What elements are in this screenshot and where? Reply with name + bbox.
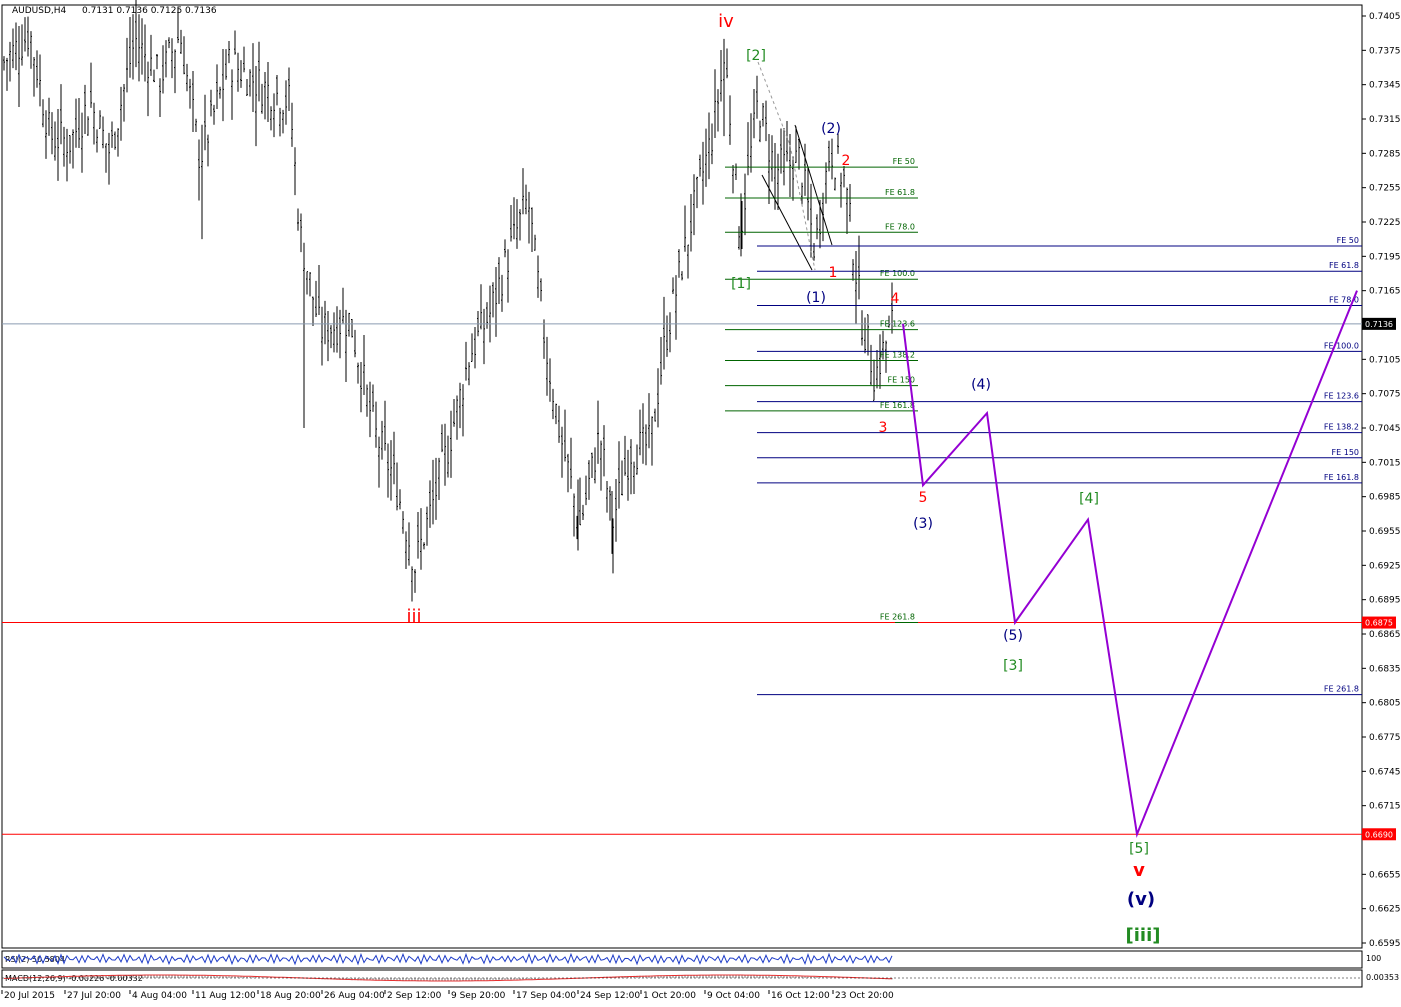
y-tick-label: 0.7285 (1369, 149, 1401, 159)
level-price-tag: 0.6690 (1362, 828, 1396, 841)
fib-green-label: FE 123.6 (880, 320, 915, 329)
y-tick-label: 0.6805 (1369, 699, 1401, 709)
y-tick-label: 0.7105 (1369, 355, 1401, 365)
fib-blue-label: FE 50 (1337, 236, 1359, 245)
y-tick-label: 0.7015 (1369, 458, 1401, 468)
x-tick-label: 2 Sep 12:00 (387, 991, 442, 1001)
y-tick-label: 0.6985 (1369, 493, 1401, 503)
current-price-label: 0.7136 (1365, 320, 1393, 329)
y-tick-label: 0.7075 (1369, 390, 1401, 400)
x-tick-label: 23 Oct 20:00 (835, 991, 894, 1001)
rsi-scale: 100 (1366, 954, 1381, 963)
x-tick-label: 11 Aug 12:00 (195, 991, 256, 1001)
y-tick-label: 0.6925 (1369, 561, 1401, 571)
y-tick-label: 0.6715 (1369, 802, 1401, 812)
wave-label: [iii] (1126, 925, 1161, 946)
fib-green-label: FE 161.8 (880, 401, 915, 410)
y-tick-label: 0.6745 (1369, 767, 1401, 777)
wave-label: (4) (971, 377, 991, 393)
fib-blue-label: FE 61.8 (1329, 261, 1359, 270)
x-tick-label: 20 Jul 2015 (4, 991, 55, 1001)
wave-label: (3) (913, 516, 933, 532)
x-tick-label: 9 Oct 04:00 (707, 991, 760, 1001)
y-tick-label: 0.7225 (1369, 218, 1401, 228)
fib-blue-label: FE 150 (1332, 448, 1359, 457)
wave-label: [5] (1129, 841, 1149, 857)
x-tick-label: 24 Sep 12:00 (580, 991, 640, 1001)
level-price-label: 0.6690 (1365, 830, 1393, 839)
wave-label: (1) (806, 290, 826, 306)
x-tick-label: 18 Aug 20:00 (260, 991, 321, 1001)
fib-blue-label: FE 138.2 (1324, 423, 1359, 432)
wave-label: 3 (879, 420, 888, 436)
x-tick-label: 27 Jul 20:00 (67, 991, 121, 1001)
macd-scale: 0.00353 (1366, 973, 1399, 982)
wave-label: iii (406, 606, 421, 627)
wave-label: [2] (746, 48, 766, 64)
fib-green-label: FE 61.8 (885, 188, 915, 197)
wave-label: [3] (1003, 658, 1023, 674)
price-chart: 0.7136 0.6875 0.6690 FE 50 FE 61.8 FE 78.0 FE… (0, 0, 1401, 1003)
x-tick-label: 4 Aug 04:00 (132, 991, 187, 1001)
fib-green-label: FE 100.0 (880, 269, 915, 278)
fib-blue-label: FE 100.0 (1324, 341, 1359, 350)
fib-green-label: FE 78.0 (885, 222, 915, 231)
fib-green-label: FE 50 (893, 157, 915, 166)
symbol-header: AUDUSD,H4 (12, 6, 67, 16)
wave-label: 1 (829, 265, 838, 281)
wave-label: 5 (919, 490, 928, 506)
y-tick-label: 0.7045 (1369, 424, 1401, 434)
x-tick-label: 26 Aug 04:00 (324, 991, 385, 1001)
current-price-tag: 0.7136 (1362, 317, 1396, 330)
y-tick-label: 0.7165 (1369, 287, 1401, 297)
wave-label: (v) (1127, 889, 1155, 910)
fib-green-label: FE 138.2 (880, 350, 915, 359)
x-tick-label: 17 Sep 04:00 (516, 991, 576, 1001)
x-tick-label: 1 Oct 20:00 (643, 991, 696, 1001)
x-tick-label: 9 Sep 20:00 (451, 991, 506, 1001)
y-tick-label: 0.6775 (1369, 733, 1401, 743)
y-tick-label: 0.6865 (1369, 630, 1401, 640)
wave-label: 2 (842, 153, 851, 169)
fib-blue-label: FE 161.8 (1324, 473, 1359, 482)
chart-root: 0.7136 0.6875 0.6690 FE 50 FE 61.8 FE 78.0 FE… (0, 0, 1401, 1003)
y-tick-label: 0.6955 (1369, 527, 1401, 537)
ohlc-header: 0.7131 0.7136 0.7125 0.7136 (82, 6, 217, 16)
y-tick-label: 0.6595 (1369, 939, 1401, 949)
y-tick-label: 0.6625 (1369, 905, 1401, 915)
level-price-tag: 0.6875 (1362, 616, 1396, 629)
wave-label: (2) (821, 121, 841, 137)
fib-blue-label: FE 261.8 (1324, 685, 1359, 694)
fib-blue-label: FE 123.6 (1324, 392, 1359, 401)
wave-label: v (1133, 860, 1145, 881)
y-tick-label: 0.7195 (1369, 252, 1401, 262)
wave-label: [4] (1079, 491, 1099, 507)
y-tick-label: 0.6835 (1369, 664, 1401, 674)
fib-green-label: FE 261.8 (880, 613, 915, 622)
wave-label: (5) (1003, 628, 1023, 644)
y-tick-label: 0.7405 (1369, 12, 1401, 22)
wave-label: 4 (891, 291, 900, 307)
y-tick-label: 0.6895 (1369, 596, 1401, 606)
wave-label: iv (718, 11, 734, 32)
y-tick-label: 0.7345 (1369, 81, 1401, 91)
level-price-label: 0.6875 (1365, 619, 1393, 628)
y-tick-label: 0.7315 (1369, 115, 1401, 125)
x-tick-label: 16 Oct 12:00 (771, 991, 830, 1001)
y-tick-label: 0.6655 (1369, 870, 1401, 880)
wave-label: [1] (731, 276, 751, 292)
y-tick-label: 0.7255 (1369, 184, 1401, 194)
y-tick-label: 0.7375 (1369, 46, 1401, 56)
